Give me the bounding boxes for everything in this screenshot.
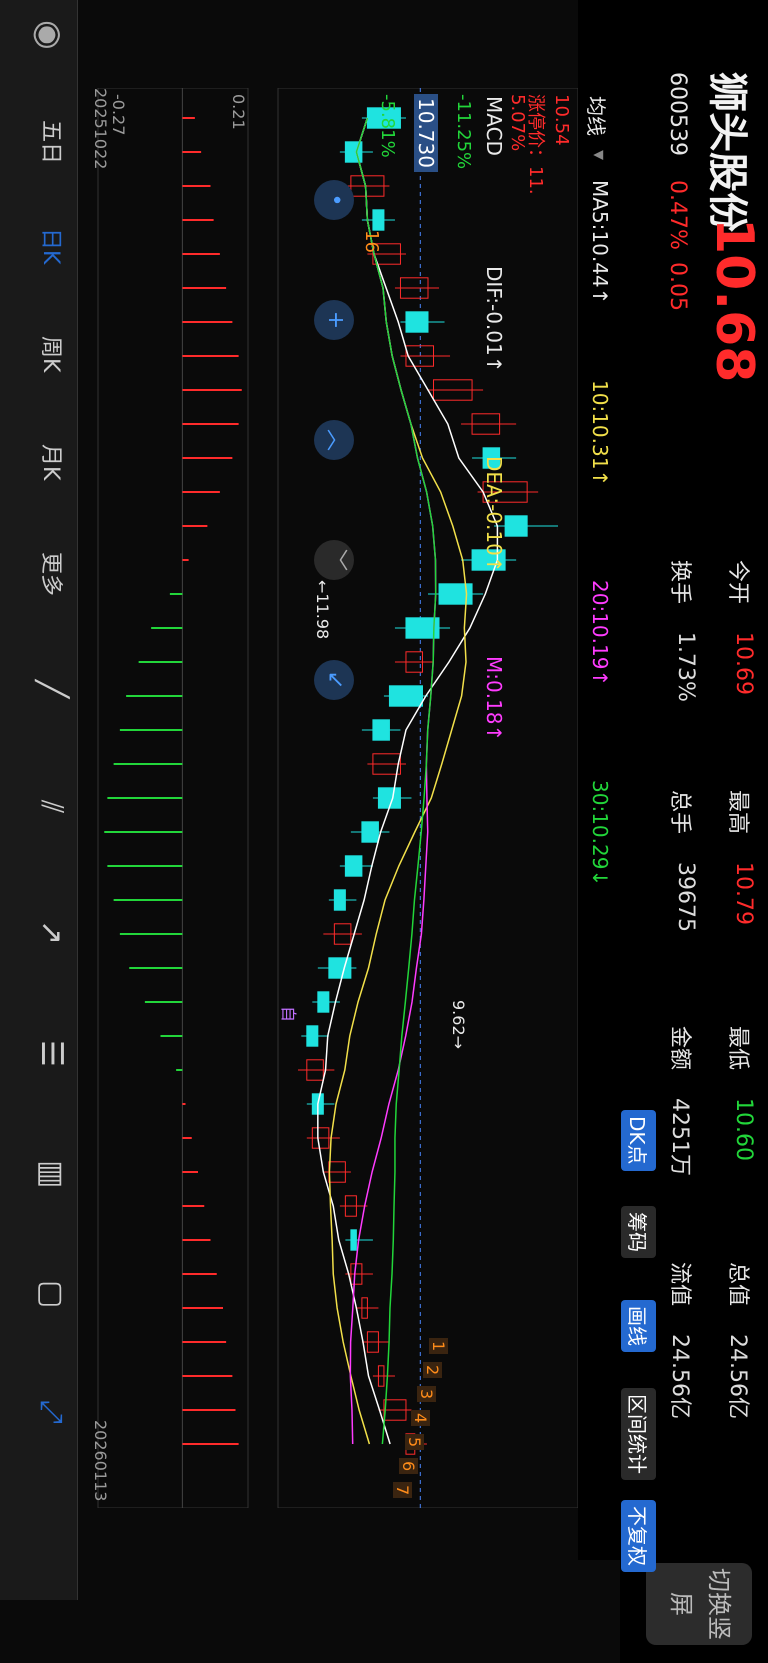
dk-marker: 7 [393, 1482, 412, 1499]
toolbar-more[interactable]: 更多 [37, 552, 69, 596]
chevron-down-icon[interactable]: ▾ [588, 150, 612, 160]
dk-marker: 4 [411, 1410, 430, 1427]
draw-toolbar: ◉ 五日 日K 周K 月K 更多 ╱ ⫽ ↗ ☰ ▥ ▢ ⤢ [0, 0, 78, 1600]
ray-tool-icon[interactable]: ↗ [34, 920, 69, 945]
dk-marker: 3 [417, 1386, 436, 1403]
quote-label: 总手 [667, 790, 692, 835]
chevron-up-icon[interactable]: ︿ [314, 420, 354, 460]
stock-change-pct: 0.47% [665, 180, 690, 250]
quote-value: 10.79 [731, 862, 756, 925]
stock-price: 10.68 [704, 218, 764, 383]
quote-label: 流值 [667, 1262, 692, 1307]
candle-body [504, 515, 528, 537]
macd-dif: DIF:-0.01↑ [482, 266, 506, 373]
landscape-stage: 狮头股份 10.68 600539 0.47% 0.05 今开 10.69 最高… [0, 0, 768, 1663]
macd-dea: DEA:-0.10↑ [482, 456, 506, 573]
quote-label: 最高 [725, 790, 750, 835]
toolbar-week-k[interactable]: 周K [37, 336, 69, 372]
stock-code: 600539 [665, 72, 690, 156]
quote-label: 金额 [667, 1026, 692, 1071]
no-adjust-button[interactable]: 不复权 [621, 1500, 656, 1572]
zoom-in-icon[interactable]: + [314, 300, 354, 340]
ruler-tool-icon[interactable]: ▥ [34, 1160, 69, 1188]
ma20-value: 20:10.19↑ [588, 580, 612, 687]
macd-m: M:0.18↑ [482, 656, 506, 742]
parallel-tool-icon[interactable]: ⫽ [34, 800, 69, 813]
macd-top: 0.21 [229, 94, 248, 130]
dk-marker: 1 [429, 1338, 448, 1355]
quote-header: 狮头股份 10.68 600539 0.47% 0.05 今开 10.69 最高… [620, 0, 768, 1663]
eye-icon[interactable]: ◉ [29, 20, 69, 50]
price-axis-top: 10.54 [551, 94, 572, 146]
dk-marker: 6 [399, 1458, 418, 1475]
quote-label: 总值 [725, 1262, 750, 1307]
collapse-icon[interactable]: ↙ [314, 660, 354, 700]
expand-icon[interactable]: ⤢ [34, 1400, 69, 1424]
quote-label: 换手 [667, 560, 692, 605]
switch-portrait-button[interactable]: 切换竖屏 [646, 1563, 752, 1645]
brush-icon[interactable]: • [314, 180, 354, 220]
quote-value: 1.73% [673, 632, 698, 702]
candle-body [372, 209, 385, 231]
pct-mid2: -11.25% [453, 94, 474, 170]
quote-value: 24.56亿 [725, 1334, 750, 1419]
high-marker: ←11.98 [313, 580, 332, 640]
ma30-value: 30:10.29↓ [588, 780, 612, 887]
fib-tool-icon[interactable]: ☰ [34, 1040, 69, 1067]
line-tool-icon[interactable]: ╱ [34, 680, 69, 698]
toolbar-day-k[interactable]: 日K [37, 228, 69, 264]
low-marker: 9.62→ [449, 1000, 468, 1050]
macd-bottom: -0.27 [109, 94, 128, 136]
date-end: 20260113 [91, 1420, 110, 1502]
toolbar-five-day[interactable]: 五日 [37, 120, 69, 164]
candle-body [372, 719, 390, 741]
candle-body [361, 821, 379, 843]
ma-legend-bar: 均线 ▾ MA5:10.44↑ 10:10.31↑ 20:10.19↑ 30:1… [578, 0, 620, 1560]
quote-value: 24.56亿 [667, 1334, 692, 1419]
pct-top: 5.07% [507, 94, 528, 152]
quote-value: 39675 [673, 862, 698, 932]
candle-body [350, 1229, 357, 1251]
macd-selector[interactable]: MACD [482, 96, 506, 156]
candle-body [317, 991, 330, 1013]
draw-line-button[interactable]: 画线 [621, 1300, 656, 1352]
self-marker: 自 [279, 1006, 298, 1023]
date-start: 20251022 [91, 88, 110, 170]
ma-selector[interactable]: 均线 [583, 96, 612, 136]
rect-tool-icon[interactable]: ▢ [34, 1280, 69, 1308]
chip-button[interactable]: 筹码 [621, 1206, 656, 1258]
dk-point-button[interactable]: DK点 [621, 1110, 656, 1171]
candle-body [344, 855, 363, 877]
quote-value: 10.69 [731, 632, 756, 695]
toolbar-month-k[interactable]: 月K [37, 444, 69, 480]
quote-value: 4251万 [667, 1098, 692, 1176]
current-price-box: 10.730 [414, 94, 438, 172]
dk-marker: 2 [423, 1362, 442, 1379]
pct-mid1: -5.81% [377, 94, 398, 158]
chevron-down-icon[interactable]: ﹀ [314, 540, 354, 580]
range-stats-button[interactable]: 区间统计 [621, 1388, 656, 1480]
price-pane [277, 88, 578, 1508]
quote-label: 最低 [725, 1026, 750, 1071]
quote-label: 今开 [725, 560, 750, 605]
label-16: 16 [361, 230, 382, 253]
candle-body [388, 685, 423, 707]
candle-body [405, 311, 429, 333]
candle-body [333, 889, 346, 911]
candle-body [328, 957, 352, 979]
candle-body [306, 1025, 319, 1047]
stock-change: 0.05 [665, 262, 690, 311]
quote-value: 10.60 [731, 1098, 756, 1161]
ma10-value: 10:10.31↑ [588, 380, 612, 487]
ma5-value: MA5:10.44↑ [588, 180, 612, 305]
dk-marker: 5 [405, 1434, 424, 1451]
macd-legend: MACD DIF:-0.01↑ DEA:-0.10↑ M:0.18↑ [476, 96, 506, 1496]
stock-name: 狮头股份 [704, 72, 750, 232]
